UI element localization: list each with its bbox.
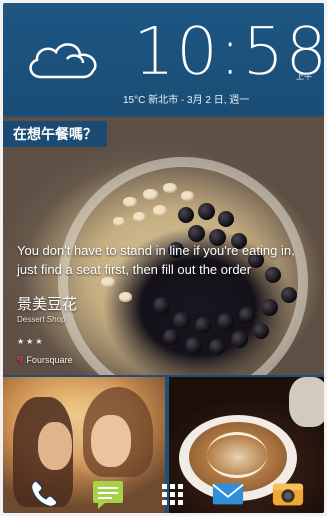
app-dock xyxy=(3,473,324,513)
phone-icon[interactable] xyxy=(27,477,61,511)
tapioca-pearl xyxy=(261,299,278,316)
tapioca-pearl xyxy=(198,203,215,220)
peanut xyxy=(123,197,137,207)
camera-icon[interactable] xyxy=(271,477,305,511)
tapioca-pearl xyxy=(153,297,170,314)
photo-shape xyxy=(289,377,324,427)
tapioca-pearl xyxy=(209,339,225,355)
place-name[interactable]: 景美豆花 xyxy=(17,293,77,314)
tapioca-pearl xyxy=(178,207,194,223)
tapioca-pearl xyxy=(217,313,234,330)
latte-art xyxy=(207,432,267,478)
peanut xyxy=(153,205,167,216)
source-attribution[interactable]: ꟼ Foursquare xyxy=(17,355,72,366)
peanut xyxy=(113,217,125,226)
messages-icon[interactable] xyxy=(91,477,125,511)
feed-topic-banner[interactable]: 在想午餐嗎？ xyxy=(3,121,107,147)
tapioca-pearl xyxy=(253,323,269,339)
tapioca-pearl xyxy=(239,307,255,323)
photo-shape xyxy=(91,415,131,467)
mail-icon[interactable] xyxy=(211,477,245,511)
home-screen: 10:58 上午 15°C 新北市 - 3月 2 日, 週一 在想午餐嗎？ Yo… xyxy=(3,3,324,513)
foursquare-icon: ꟼ xyxy=(17,355,23,365)
feed-tip-text: You don't have to stand in line if you'r… xyxy=(17,243,295,277)
place-category: Dessert Shop xyxy=(17,315,66,324)
peanut xyxy=(133,212,146,222)
rating-stars: ★★★ xyxy=(17,337,45,346)
tapioca-pearl xyxy=(163,329,179,345)
cloud-icon xyxy=(23,33,103,88)
tapioca-pearl xyxy=(185,337,202,354)
tapioca-pearl xyxy=(195,317,211,333)
photo-shape xyxy=(38,422,72,470)
weather-date-line: 15°C 新北市 - 3月 2 日, 週一 xyxy=(123,95,250,106)
tapioca-pearl xyxy=(218,211,234,227)
source-name: Foursquare xyxy=(26,355,73,365)
peanut xyxy=(163,183,177,193)
tapioca-pearl xyxy=(231,331,248,348)
app-drawer-icon[interactable] xyxy=(155,477,189,511)
tapioca-pearl xyxy=(188,225,205,242)
tapioca-pearl xyxy=(173,312,190,329)
clock-weather-widget[interactable]: 10:58 上午 15°C 新北市 - 3月 2 日, 週一 xyxy=(3,3,324,115)
peanut xyxy=(119,292,132,302)
tapioca-pearl xyxy=(281,287,297,303)
peanut xyxy=(143,189,158,200)
peanut xyxy=(181,191,194,201)
clock-ampm: 上午 xyxy=(296,72,312,81)
